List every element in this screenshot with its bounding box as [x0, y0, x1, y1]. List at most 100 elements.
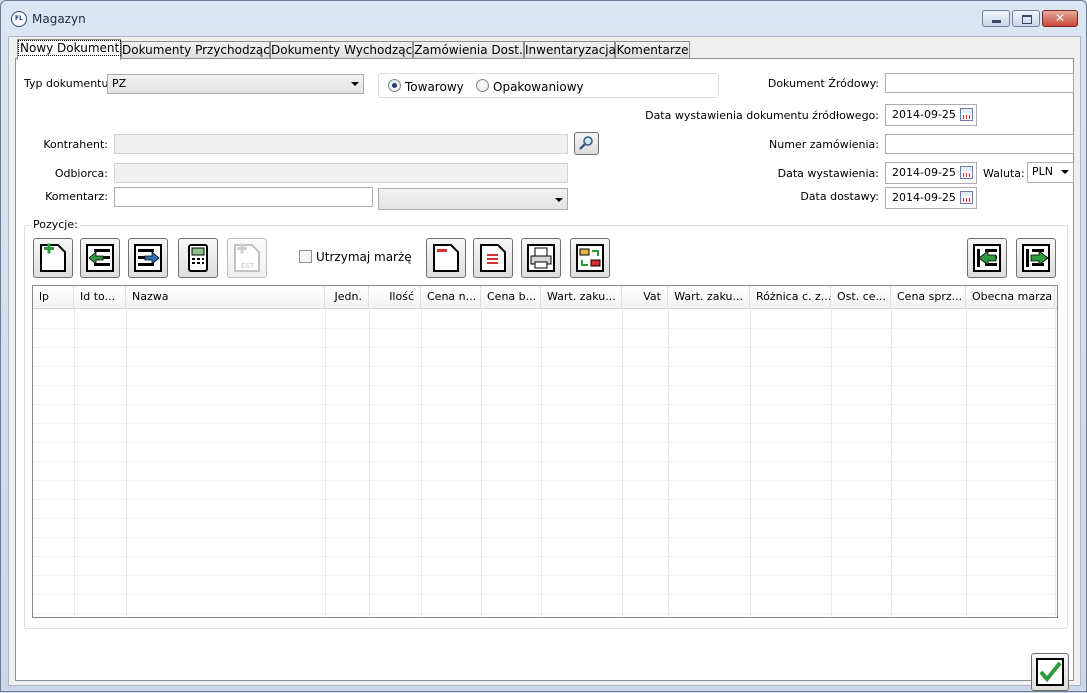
numer-zamowienia-label: Numer zamówienia:: [769, 138, 879, 151]
col-roznica-cen[interactable]: Różnica c. z...: [750, 286, 831, 308]
numer-zamowienia-input[interactable]: [885, 134, 1074, 154]
grid-row-line: [33, 461, 1057, 462]
col-obecna-marza[interactable]: Obecna marza: [966, 286, 1055, 308]
typ-dokumentu-label: Typ dokumentu:: [24, 77, 113, 90]
radio-opakowaniowy-label[interactable]: Opakowaniowy: [493, 80, 584, 94]
calendar-icon[interactable]: [960, 191, 973, 204]
data-wystawienia-picker[interactable]: 2014-09-25: [885, 162, 977, 184]
col-cena-netto[interactable]: Cena n...: [421, 286, 481, 308]
window-title: Magazyn: [32, 12, 86, 26]
col-cena-sprzedazy[interactable]: Cena sprz...: [891, 286, 966, 308]
grid-row-line: [33, 442, 1057, 443]
col-wart-zakupu-brutto[interactable]: Wart. zaku...: [668, 286, 750, 308]
grid-row-line: [33, 556, 1057, 557]
radio-towarowy-label[interactable]: Towarowy: [405, 80, 464, 94]
data-wystawienia-label: Data wystawienia:: [777, 167, 879, 180]
calendar-icon[interactable]: [960, 166, 973, 179]
handheld-terminal-icon: [188, 244, 208, 272]
grid-column-line: [126, 308, 127, 617]
date-value: 2014-09-25: [892, 108, 956, 121]
search-kontrahent-button[interactable]: [574, 132, 599, 155]
move-left-button[interactable]: [967, 238, 1007, 278]
close-button[interactable]: ✕: [1042, 10, 1078, 27]
date-value: 2014-09-25: [892, 191, 956, 204]
col-ost-cena[interactable]: Ost. ce...: [831, 286, 891, 308]
grid-column-line: [966, 308, 967, 617]
add-position-button[interactable]: [33, 238, 73, 278]
add-est-button[interactable]: EST: [227, 238, 267, 278]
col-cena-brutto[interactable]: Cena b...: [481, 286, 541, 308]
col-vat[interactable]: Vat: [622, 286, 668, 308]
title-bar[interactable]: FL Magazyn ✕: [1, 1, 1086, 35]
import-list-icon: [86, 244, 114, 272]
data-dostawy-picker[interactable]: 2014-09-25: [885, 187, 977, 209]
position-details-button[interactable]: [473, 238, 513, 278]
minimize-button[interactable]: [982, 10, 1010, 27]
grid-row-line: [33, 385, 1057, 386]
col-ilosc[interactable]: Ilość: [369, 286, 421, 308]
convert-button[interactable]: [570, 238, 610, 278]
odbiorca-input[interactable]: [114, 163, 568, 183]
komentarz-select[interactable]: [378, 188, 568, 210]
move-right-button[interactable]: [1016, 238, 1056, 278]
client-area: Nowy Dokument Dokumenty Przychodzące Dok…: [8, 36, 1081, 691]
svg-text:EST: EST: [241, 262, 255, 270]
typ-radio-group: Towarowy Opakowaniowy: [378, 73, 719, 98]
tab-dokumenty-przychodzace[interactable]: Dokumenty Przychodzące: [121, 41, 277, 59]
kontrahent-label: Kontrahent:: [43, 138, 108, 151]
col-lp[interactable]: lp: [33, 286, 74, 308]
tab-inwentaryzacja[interactable]: Inwentaryzacja: [524, 41, 616, 59]
radio-opakowaniowy[interactable]: [476, 79, 489, 92]
grid-column-line: [831, 308, 832, 617]
utrzymaj-marze-label[interactable]: Utrzymaj marżę: [316, 250, 412, 264]
radio-towarowy[interactable]: [388, 79, 401, 92]
import-positions-button[interactable]: [80, 238, 120, 278]
app-logo-icon: FL: [11, 11, 27, 27]
grid-column-line: [481, 308, 482, 617]
waluta-select[interactable]: PLN: [1027, 162, 1074, 183]
grid-row-line: [33, 366, 1057, 367]
col-wart-zakupu-netto[interactable]: Wart. zaku...: [541, 286, 622, 308]
data-wystawienia-zrodlowego-picker[interactable]: 2014-09-25: [885, 104, 977, 126]
grid-column-line: [325, 308, 326, 617]
utrzymaj-marze-checkbox[interactable]: [299, 250, 312, 263]
tab-zamowienia-dost[interactable]: Zamówienia Dost.: [413, 41, 524, 59]
chevron-down-icon: [1061, 170, 1069, 174]
positions-table[interactable]: lp Id to... Nazwa Jedn. Ilość Cena n... …: [32, 285, 1058, 618]
grid-row-line: [33, 499, 1057, 500]
waluta-label: Waluta:: [983, 167, 1025, 180]
print-button[interactable]: [521, 238, 561, 278]
pozycje-label: Pozycje:: [31, 218, 80, 231]
nowy-dokument-panel: Typ dokumentu: PZ Towarowy Opakowaniowy …: [15, 58, 1074, 691]
document-list-icon: [480, 244, 506, 272]
tab-komentarze[interactable]: Komentarze: [615, 41, 690, 59]
kontrahent-input[interactable]: [114, 134, 568, 154]
tab-label: Nowy Dokument: [18, 40, 122, 56]
komentarz-input[interactable]: [114, 187, 373, 207]
col-id-towaru[interactable]: Id to...: [74, 286, 126, 308]
grid-row-line: [33, 575, 1057, 576]
export-list-icon: [134, 244, 162, 272]
chevron-down-icon: [555, 198, 563, 202]
dokument-zrodlowy-input[interactable]: [885, 73, 1074, 93]
tab-dokumenty-wychodzace[interactable]: Dokumenty Wychodzące: [270, 41, 420, 59]
grid-row-line: [33, 404, 1057, 405]
col-nazwa[interactable]: Nazwa: [126, 286, 325, 308]
printer-icon: [527, 244, 555, 272]
maximize-button[interactable]: [1012, 10, 1040, 27]
dokument-zrodlowy-label: Dokument Źródowy:: [767, 77, 879, 90]
new-document-icon: [40, 243, 66, 272]
calendar-icon[interactable]: [960, 108, 973, 121]
tab-nowy-dokument[interactable]: Nowy Dokument: [17, 39, 122, 60]
col-jedn[interactable]: Jedn.: [325, 286, 369, 308]
grid-column-line: [891, 308, 892, 617]
chevron-down-icon: [351, 82, 359, 86]
typ-dokumentu-select[interactable]: PZ: [107, 74, 364, 94]
remove-position-button[interactable]: [426, 238, 466, 278]
export-positions-button[interactable]: [128, 238, 168, 278]
scanner-terminal-button[interactable]: [178, 238, 218, 278]
grid-row-line: [33, 480, 1057, 481]
grid-column-line: [541, 308, 542, 617]
table-header: lp Id to... Nazwa Jedn. Ilość Cena n... …: [33, 286, 1057, 309]
confirm-button[interactable]: [1031, 653, 1069, 691]
